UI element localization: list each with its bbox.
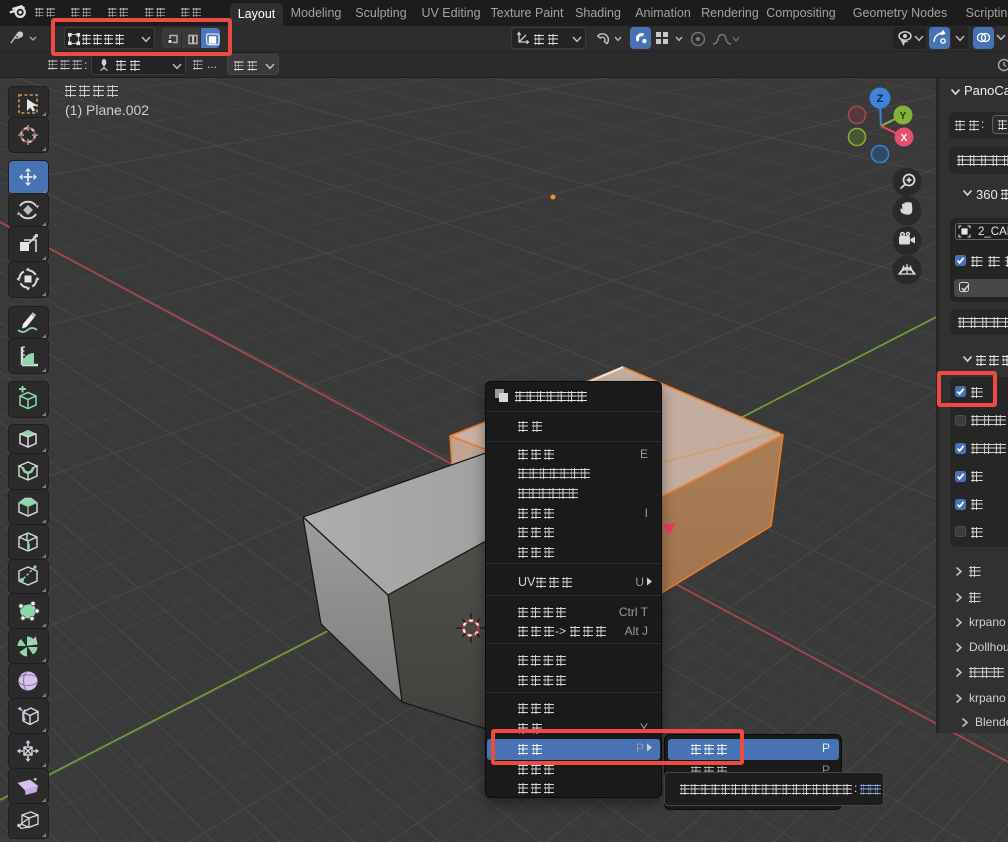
svg-text:X: X (901, 133, 908, 144)
svg-text:Y: Y (900, 111, 907, 122)
svg-text:Z: Z (877, 93, 884, 105)
